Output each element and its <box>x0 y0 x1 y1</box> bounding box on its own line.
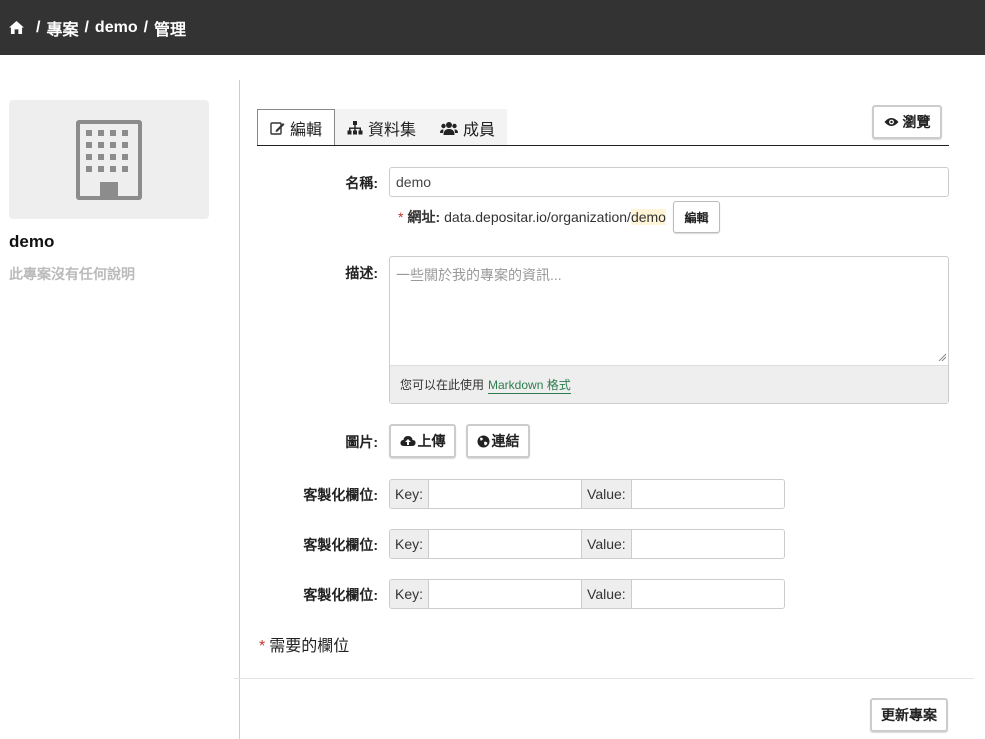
key-addon: Key: <box>390 530 430 558</box>
link-button-label: 連結 <box>491 433 520 449</box>
custom-value-input[interactable] <box>631 530 784 558</box>
url-slug: demo <box>630 209 666 225</box>
edit-url-button[interactable]: 編輯 <box>672 201 720 233</box>
form-actions-divider <box>234 678 974 679</box>
upload-button-label: 上傳 <box>417 433 446 449</box>
markdown-link[interactable]: Markdown 格式 <box>488 376 571 394</box>
required-fields-note: * 需要的欄位 <box>259 632 349 656</box>
tab-label: 成員 <box>463 121 496 139</box>
value-addon: Value: <box>582 580 632 608</box>
tabs-underline <box>257 145 949 146</box>
custom-field-label: 客製化欄位: <box>303 587 378 603</box>
required-mark: * <box>398 209 404 225</box>
home-icon[interactable] <box>9 21 24 34</box>
url-prefix: data.depositar.io/organization/ <box>444 209 631 225</box>
name-input[interactable]: demo <box>389 167 949 197</box>
building-icon <box>76 119 142 200</box>
custom-field-row: Key: Value: <box>389 579 785 609</box>
eye-icon <box>884 118 898 126</box>
custom-value-input[interactable] <box>631 480 784 508</box>
resize-handle-icon[interactable] <box>938 353 946 361</box>
value-addon: Value: <box>582 530 632 558</box>
tab-members[interactable]: 成員 <box>428 109 508 146</box>
required-mark: * <box>259 638 266 655</box>
org-description: 此專案沒有任何說明 <box>9 266 135 282</box>
custom-field-label: 客製化欄位: <box>303 487 378 503</box>
link-button[interactable]: 連結 <box>466 424 530 458</box>
sidebar: demo 此專案沒有任何說明 <box>9 100 209 284</box>
description-textarea[interactable]: 一些關於我的專案的資訊... 您可以在此使用 Markdown 格式 <box>389 256 949 404</box>
url-label: 網址: <box>407 209 441 225</box>
description-placeholder: 一些關於我的專案的資訊... <box>396 267 562 283</box>
custom-field-label: 客製化欄位: <box>303 537 378 553</box>
tab-bar: 編輯 資料集 成員 <box>257 109 508 146</box>
custom-key-input[interactable] <box>429 530 583 558</box>
url-row: * 網址: data.depositar.io/organization/dem… <box>398 201 720 233</box>
edit-icon <box>270 121 285 135</box>
custom-field-row: Key: Value: <box>389 529 785 559</box>
custom-field-row: Key: Value: <box>389 479 785 509</box>
breadcrumb-item-manage[interactable]: 管理 <box>154 16 186 40</box>
name-input-value: demo <box>396 174 432 190</box>
globe-icon <box>477 435 489 447</box>
upload-button[interactable]: 上傳 <box>389 424 456 458</box>
name-label: 名稱: <box>345 175 378 191</box>
markdown-hint: 您可以在此使用 Markdown 格式 <box>390 365 948 403</box>
image-label: 圖片: <box>345 434 378 450</box>
cloud-upload-icon <box>399 436 416 446</box>
breadcrumb-separator: / <box>84 18 89 36</box>
org-name: demo <box>9 232 55 251</box>
custom-value-input[interactable] <box>631 580 784 608</box>
divider <box>239 80 240 739</box>
tab-datasets[interactable]: 資料集 <box>335 109 429 146</box>
tab-edit[interactable]: 編輯 <box>257 109 336 146</box>
update-organization-button[interactable]: 更新專案 <box>870 698 948 732</box>
org-image <box>9 100 209 219</box>
tab-label: 編輯 <box>290 121 323 139</box>
value-addon: Value: <box>582 480 632 508</box>
view-button-label: 瀏覽 <box>902 114 931 130</box>
key-addon: Key: <box>390 580 430 608</box>
custom-key-input[interactable] <box>429 480 583 508</box>
breadcrumb: / 專案 / demo / 管理 <box>0 0 985 55</box>
tab-label: 資料集 <box>368 121 417 139</box>
key-addon: Key: <box>390 480 430 508</box>
view-button[interactable]: 瀏覽 <box>872 105 942 139</box>
required-note-text: 需要的欄位 <box>269 638 350 655</box>
custom-key-input[interactable] <box>429 580 583 608</box>
sitemap-icon <box>347 120 363 134</box>
breadcrumb-item-organizations[interactable]: 專案 <box>46 16 78 40</box>
breadcrumb-separator: / <box>143 18 149 36</box>
markdown-hint-text: 您可以在此使用 <box>400 378 485 392</box>
description-label: 描述: <box>345 265 378 281</box>
breadcrumb-separator: / <box>36 18 41 36</box>
users-icon <box>440 121 459 135</box>
breadcrumb-item-demo[interactable]: demo <box>95 19 138 37</box>
